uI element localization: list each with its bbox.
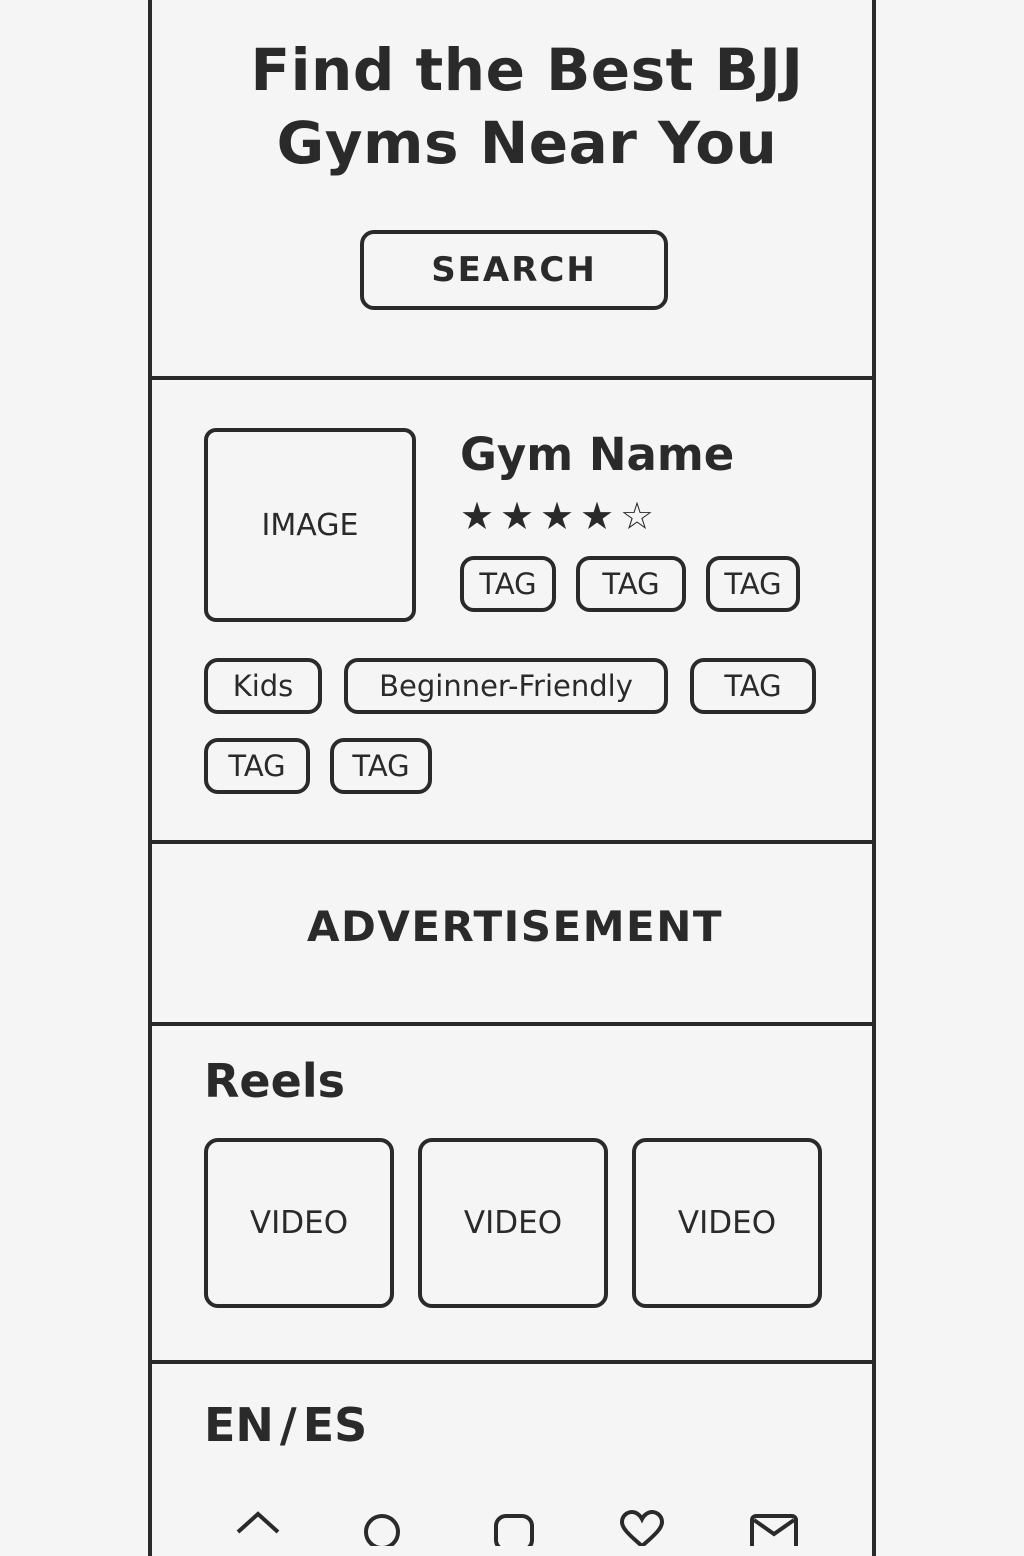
tag-chip-kids[interactable]: Kids xyxy=(204,658,322,714)
reel-video[interactable]: VIDEO xyxy=(418,1138,608,1308)
section-divider xyxy=(152,376,872,380)
page-title-line-1: Find the Best BJJ xyxy=(250,36,804,104)
reels-heading: Reels xyxy=(204,1054,345,1108)
bottom-nav xyxy=(152,1506,872,1546)
video-label: VIDEO xyxy=(463,1205,563,1241)
star-filled-icon: ★ xyxy=(459,494,495,538)
language-option-es[interactable]: ES xyxy=(303,1398,368,1452)
app-frame: Find the Best BJJ Gyms Near You SEARCH I… xyxy=(148,0,876,1556)
section-divider xyxy=(152,1022,872,1026)
advertisement-label: ADVERTISEMENT xyxy=(306,902,724,951)
search-button[interactable]: SEARCH xyxy=(360,230,668,310)
tag-chip[interactable]: TAG xyxy=(706,556,800,612)
star-filled-icon: ★ xyxy=(539,494,575,538)
language-switcher: EN / ES xyxy=(204,1398,367,1452)
language-separator: / xyxy=(279,1398,297,1452)
page-title: Find the Best BJJ Gyms Near You xyxy=(152,34,872,180)
mail-icon[interactable] xyxy=(748,1506,800,1546)
tag-chip[interactable]: TAG xyxy=(576,556,686,612)
star-filled-icon: ★ xyxy=(499,494,535,538)
home-icon[interactable] xyxy=(234,1506,282,1546)
star-rating: ★ ★ ★ ★ ☆ xyxy=(458,494,656,538)
tag-chip[interactable]: TAG xyxy=(330,738,432,794)
section-divider xyxy=(152,840,872,844)
gym-image-label: IMAGE xyxy=(261,507,359,543)
page-title-line-2: Gyms Near You xyxy=(276,109,778,177)
reel-video[interactable]: VIDEO xyxy=(204,1138,394,1308)
tag-chip[interactable]: TAG xyxy=(204,738,310,794)
star-filled-icon: ★ xyxy=(579,494,615,538)
star-empty-icon: ☆ xyxy=(619,494,655,538)
video-label: VIDEO xyxy=(677,1205,777,1241)
tag-chip[interactable]: TAG xyxy=(690,658,816,714)
tag-chip[interactable]: TAG xyxy=(460,556,556,612)
video-label: VIDEO xyxy=(249,1205,349,1241)
gym-image-placeholder[interactable]: IMAGE xyxy=(204,428,416,622)
reel-video[interactable]: VIDEO xyxy=(632,1138,822,1308)
gym-name[interactable]: Gym Name xyxy=(460,428,734,481)
language-option-en[interactable]: EN xyxy=(204,1398,274,1452)
chat-icon[interactable] xyxy=(490,1506,538,1546)
section-divider xyxy=(152,1360,872,1364)
search-icon[interactable] xyxy=(358,1506,406,1546)
heart-icon[interactable] xyxy=(618,1506,666,1546)
tag-chip-beginner-friendly[interactable]: Beginner-Friendly xyxy=(344,658,668,714)
